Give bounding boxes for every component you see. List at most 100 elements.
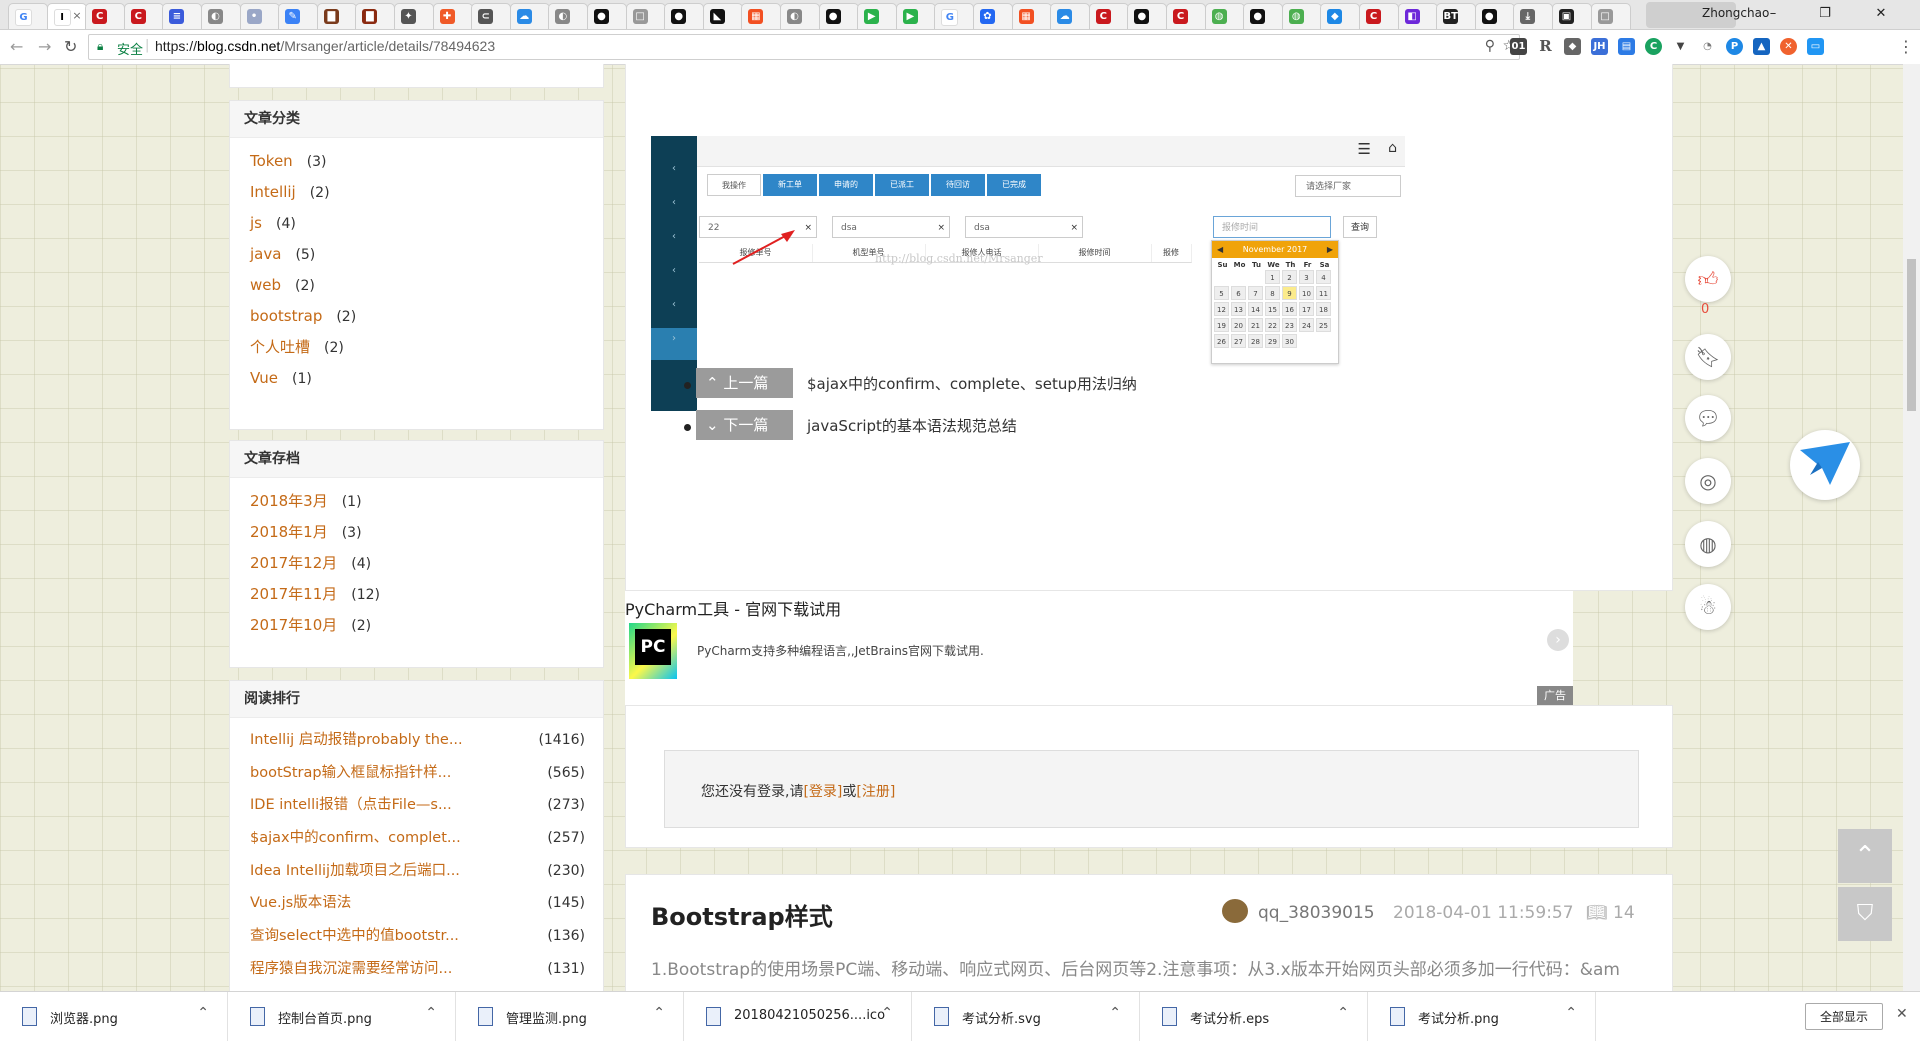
list-item-link[interactable]: Idea Intellij加载项目之后端口... [250, 863, 460, 879]
browser-tab[interactable]: ✿ [973, 3, 1013, 29]
browser-tab[interactable]: □ [625, 3, 666, 29]
list-item-link[interactable]: 2018年3月 [250, 492, 328, 510]
show-all-downloads-button[interactable]: 全部显示 [1805, 1003, 1883, 1030]
list-item-link[interactable]: 查询select中选中的值bootstr... [250, 928, 459, 944]
maximize-button[interactable]: ❐ [1802, 0, 1848, 28]
list-item-link[interactable]: 2018年1月 [250, 523, 328, 541]
browser-tab[interactable]: ≡ [162, 3, 203, 29]
page-scrollbar[interactable] [1903, 64, 1920, 991]
extension-evernote-icon[interactable]: ◆ [1564, 38, 1581, 55]
ad-next-icon[interactable]: › [1547, 629, 1569, 651]
qq-icon[interactable]: ☃ [1685, 584, 1731, 630]
like-icon[interactable]: 👍︎ [1685, 256, 1731, 302]
browser-tab[interactable]: ▶ [895, 3, 936, 29]
extension-grad-icon[interactable]: ▲ [1753, 38, 1770, 55]
browser-tab[interactable]: C [1088, 3, 1129, 29]
browser-tab[interactable]: ✎ [278, 3, 319, 29]
browser-tab[interactable]: ● [664, 3, 705, 29]
back-icon[interactable]: ← [10, 37, 23, 56]
report-button[interactable]: ⛉ [1838, 887, 1892, 941]
forward-icon[interactable]: → [38, 37, 51, 56]
extension-c-icon[interactable]: C [1645, 38, 1662, 55]
login-link[interactable]: [登录] [803, 784, 842, 800]
browser-tab[interactable]: ◍ [1281, 3, 1322, 29]
extension-jh-icon[interactable]: JH [1591, 38, 1608, 55]
back-to-top-button[interactable]: ⌃ [1838, 829, 1892, 883]
profile-button[interactable]: Zhongchao [1646, 2, 1769, 28]
minimize-button[interactable]: – [1750, 0, 1796, 28]
browser-tab[interactable]: ● [1474, 3, 1515, 29]
list-item-link[interactable]: 程序猿自我沉淀需要经常访问... [250, 961, 452, 977]
browser-tab[interactable]: BT [1436, 3, 1477, 29]
list-item-link[interactable]: java [250, 245, 281, 263]
browser-tab[interactable]: ▣ [1552, 3, 1592, 29]
wechat-icon[interactable]: ◍ [1685, 521, 1731, 567]
browser-tab[interactable]: C [1359, 3, 1399, 29]
browser-tab[interactable]: ✦ [394, 3, 434, 29]
ad-description[interactable]: PyCharm支持多种编程语言,,JetBrains官网下载试用. [697, 642, 984, 659]
article-author[interactable]: qq_38039015 [1258, 903, 1375, 923]
list-item-link[interactable]: Vue [250, 369, 278, 387]
reload-icon[interactable]: ↻ [64, 37, 77, 56]
browser-tab[interactable]: ⤓ [1513, 3, 1554, 29]
list-item-link[interactable]: bootstrap [250, 307, 322, 325]
browser-tab[interactable]: ◧ [1397, 3, 1438, 29]
next-article-button[interactable]: ⌄ 下一篇 [696, 410, 793, 440]
browser-tab[interactable]: ◐ [780, 3, 820, 29]
browser-tab[interactable]: ● [1127, 3, 1168, 29]
list-item-link[interactable]: web [250, 276, 281, 294]
tab-close-icon[interactable]: × [72, 9, 81, 22]
chevron-up-icon[interactable]: ⌃ [881, 1005, 893, 1021]
browser-tab[interactable]: C [85, 3, 126, 29]
browser-tab[interactable]: ▶ [857, 3, 898, 29]
extension-v-icon[interactable]: ▼ [1672, 38, 1689, 55]
chevron-up-icon[interactable]: ⌃ [1337, 1005, 1349, 1021]
browser-tab[interactable]: ▦ [741, 3, 782, 29]
list-item-link[interactable]: 2017年12月 [250, 554, 337, 572]
list-item-link[interactable]: 2017年10月 [250, 616, 337, 634]
extension-x-icon[interactable]: ✕ [1780, 38, 1797, 55]
zoom-icon[interactable]: ⚲ [1485, 38, 1495, 54]
list-item-link[interactable]: Token [250, 152, 293, 170]
browser-tab[interactable]: C [123, 3, 164, 29]
extension-doc-icon[interactable]: ▤ [1618, 38, 1635, 55]
browser-tab[interactable]: ◆ [1320, 3, 1361, 29]
chevron-up-icon[interactable]: ⌃ [197, 1005, 209, 1021]
download-item[interactable]: 20180421050256....ico ⌃ [684, 992, 912, 1041]
ad-title[interactable]: PyCharm工具 - 官网下载试用 [625, 596, 841, 620]
browser-tab[interactable]: □ [1590, 3, 1631, 29]
browser-tab[interactable]: ● [587, 3, 627, 29]
browser-tab[interactable]: ◐ [548, 3, 589, 29]
browser-tab[interactable]: C [1166, 3, 1206, 29]
omnibox[interactable]: 🔒︎ 安全 | https://blog.csdn.net/Mrsanger/a… [88, 34, 1520, 60]
download-item[interactable]: 浏览器.png ⌃ [0, 992, 228, 1041]
list-item-link[interactable]: bootStrap输入框鼠标指针样... [250, 765, 451, 781]
download-item[interactable]: 考试分析.svg ⌃ [912, 992, 1140, 1041]
browser-tab[interactable]: ✚ [432, 3, 473, 29]
list-item-link[interactable]: 个人吐槽 [250, 338, 310, 356]
extension-r-icon[interactable]: R [1537, 38, 1554, 55]
next-article-title[interactable]: javaScript的基本语法规范总结 [807, 415, 1017, 436]
prev-article-title[interactable]: $ajax中的confirm、complete、setup用法归纳 [807, 373, 1137, 394]
close-window-button[interactable]: ✕ [1858, 0, 1904, 28]
close-download-bar-icon[interactable]: ✕ [1896, 1006, 1908, 1022]
browser-tab[interactable]: ● [1243, 3, 1284, 29]
download-item[interactable]: 管理监测.png ⌃ [456, 992, 684, 1041]
scrollbar-thumb[interactable] [1907, 259, 1916, 411]
download-item[interactable]: 考试分析.eps ⌃ [1140, 992, 1368, 1041]
ad-block[interactable]: PyCharm工具 - 官网下载试用 PC PyCharm支持多种编程语言,,J… [625, 591, 1573, 705]
browser-tab[interactable]: ▇ [355, 3, 396, 29]
browser-tab[interactable]: G [8, 3, 48, 29]
list-item-link[interactable]: Intellij 启动报错probably the... [250, 732, 463, 748]
list-item-link[interactable]: 2017年11月 [250, 585, 337, 603]
prev-article-button[interactable]: ⌃ 上一篇 [696, 368, 793, 398]
menu-icon[interactable]: ⋮ [1898, 37, 1914, 56]
download-item[interactable]: 考试分析.png ⌃ [1368, 992, 1596, 1041]
register-link[interactable]: [注册] [856, 784, 895, 800]
comment-icon[interactable]: 💬︎ [1685, 395, 1731, 441]
chevron-up-icon[interactable]: ⌃ [1565, 1005, 1577, 1021]
browser-tab[interactable]: ● [818, 3, 859, 29]
bookmark-icon[interactable]: 🔖︎ [1685, 334, 1731, 380]
list-item-link[interactable]: js [250, 214, 262, 232]
browser-tab[interactable]: ☁ [1050, 3, 1091, 29]
